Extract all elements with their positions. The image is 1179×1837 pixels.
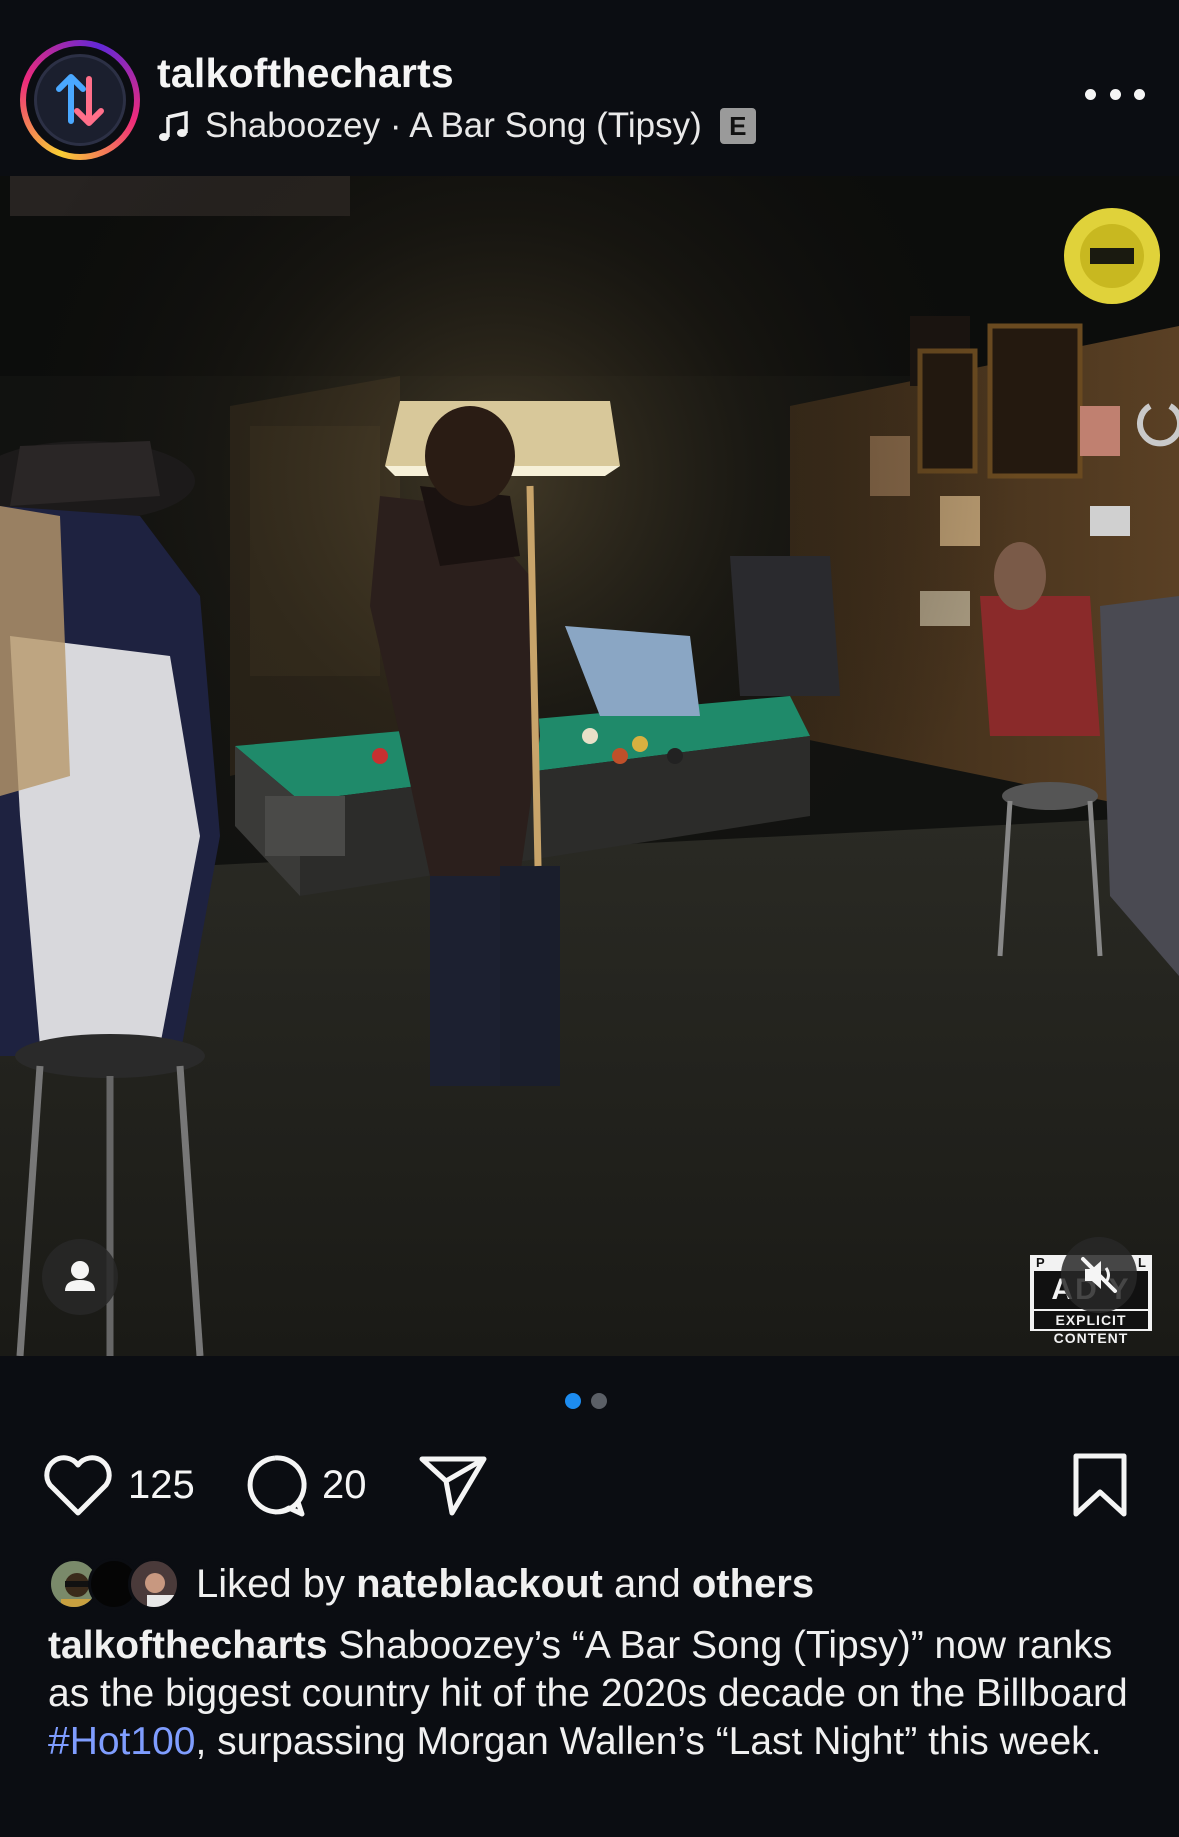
up-down-arrows-icon [56,74,104,126]
action-bar: 125 20 [0,1445,1179,1525]
song-title: Shaboozey · A Bar Song (Tipsy) [205,106,702,145]
post-header: talkofthecharts Shaboozey · A Bar Song (… [0,0,1179,176]
caption-username[interactable]: talkofthecharts [48,1624,328,1667]
comment-bubble-icon [247,1455,307,1517]
liked-by-text: Liked by nateblackout and others [196,1561,815,1606]
heart-icon [44,1455,112,1516]
carousel-indicator [565,1393,607,1409]
liked-by-row[interactable]: Liked by nateblackout and others [48,1556,814,1612]
mute-toggle-button[interactable] [1061,1237,1137,1313]
person-icon [65,1261,95,1291]
more-horizontal-icon [1085,88,1096,100]
post-image[interactable] [0,176,1179,1356]
post-caption: talkofthecharts Shaboozey’s “A Bar Song … [48,1624,1128,1763]
more-options-button[interactable] [1085,80,1145,108]
like-button[interactable]: 125 [42,1445,195,1525]
music-attribution[interactable]: Shaboozey · A Bar Song (Tipsy) E [157,104,756,148]
liker-avatars [48,1556,188,1612]
others-link[interactable]: others [692,1562,814,1606]
bar-scene-photo [0,176,1179,1356]
liker-username[interactable]: nateblackout [356,1562,603,1606]
speaker-muted-icon [1081,1257,1117,1293]
save-button[interactable] [1070,1445,1130,1525]
profile-avatar[interactable] [20,40,140,160]
post-username[interactable]: talkofthecharts [157,50,454,97]
liker-avatar [128,1558,180,1610]
hashtag-link[interactable]: #Hot100 [48,1720,195,1763]
tagged-people-button[interactable] [42,1239,118,1315]
paper-plane-icon [419,1456,487,1516]
comment-button[interactable]: 20 [242,1445,367,1525]
music-note-icon [159,110,188,141]
carousel-dot [591,1393,607,1409]
comments-count[interactable]: 20 [322,1463,367,1508]
explicit-badge: E [719,108,756,144]
carousel-dot-active [565,1393,581,1409]
share-button[interactable] [418,1445,488,1525]
bookmark-icon [1073,1453,1127,1517]
likes-count[interactable]: 125 [128,1463,195,1508]
